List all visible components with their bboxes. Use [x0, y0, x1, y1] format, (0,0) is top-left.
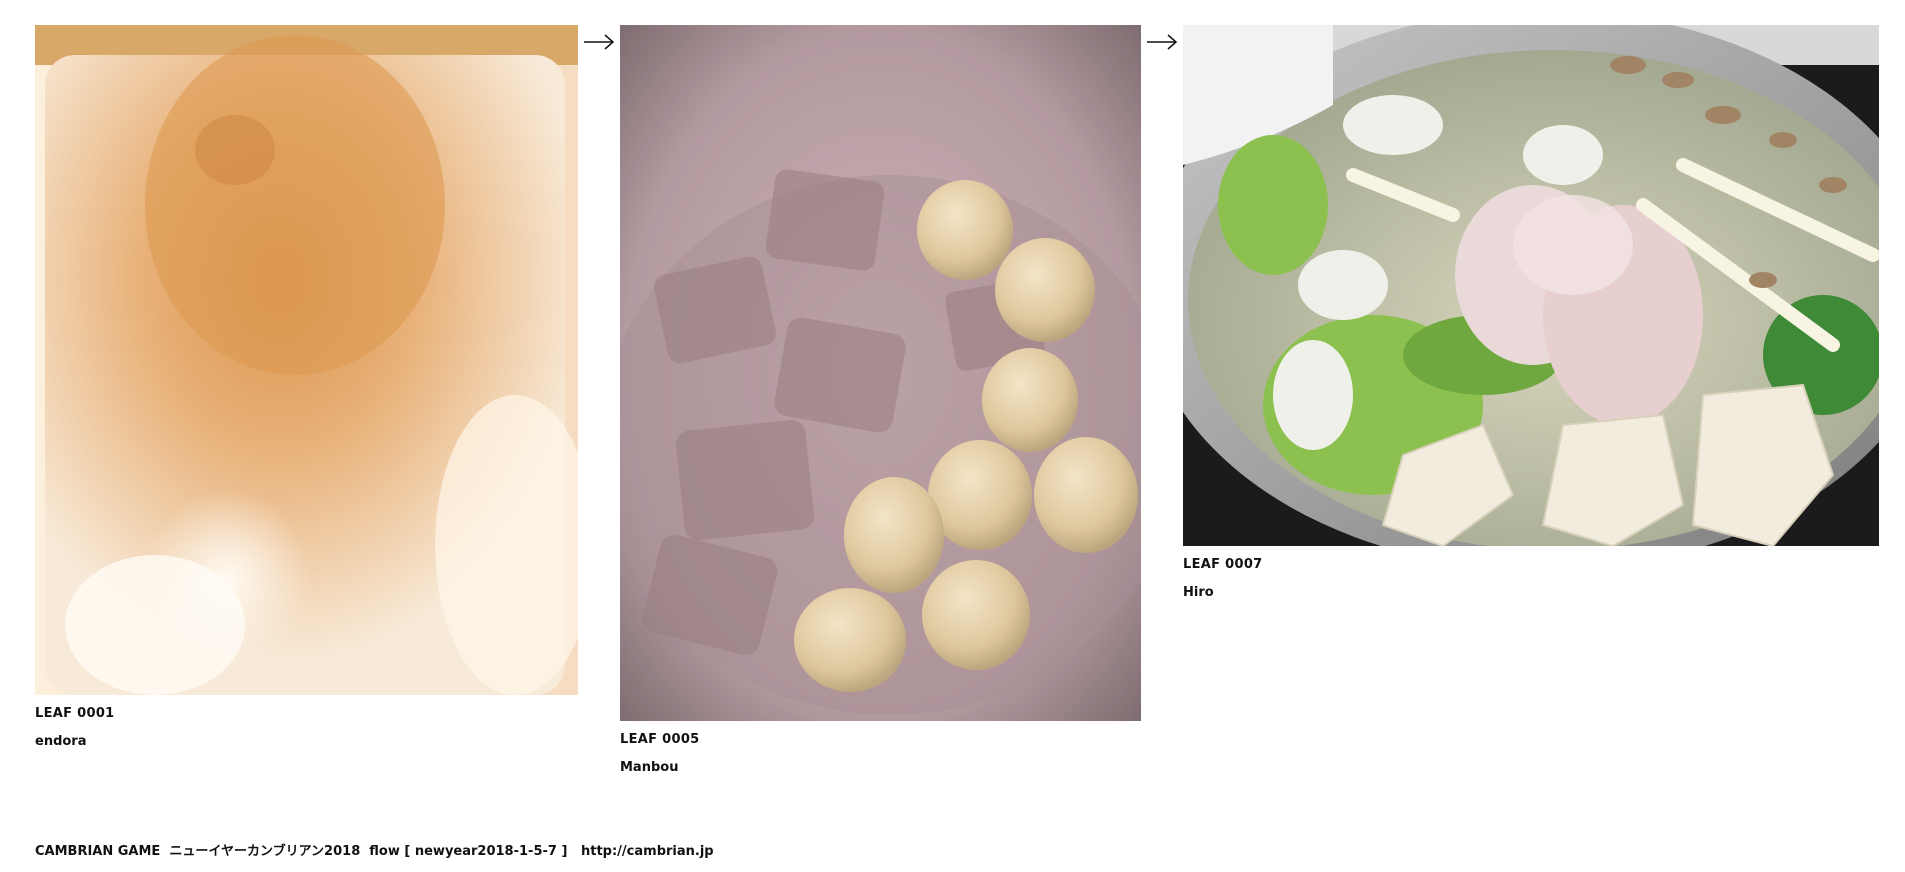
leaf-author[interactable]: Manbou — [620, 760, 678, 775]
footer: CAMBRIAN GAME ニューイヤーカンブリアン2018 flow [ ne… — [35, 840, 714, 859]
leaf-0001-photo[interactable] — [35, 25, 578, 695]
arrow-right-icon — [583, 33, 615, 51]
footer-label: CAMBRIAN GAME ニューイヤーカンブリアン2018 flow [ ne… — [35, 844, 581, 859]
leaf-code: LEAF 0001 — [35, 706, 115, 721]
leaf-code: LEAF 0005 — [620, 732, 700, 747]
leaf-code: LEAF 0007 — [1183, 557, 1263, 572]
leaf-0005-photo[interactable] — [620, 25, 1141, 721]
leaf-0007-photo[interactable] — [1183, 25, 1879, 546]
arrow-right-icon — [1146, 33, 1178, 51]
leaf-author[interactable]: Hiro — [1183, 585, 1214, 600]
site-link[interactable]: http://cambrian.jp — [581, 844, 714, 859]
leaf-author[interactable]: endora — [35, 734, 87, 749]
